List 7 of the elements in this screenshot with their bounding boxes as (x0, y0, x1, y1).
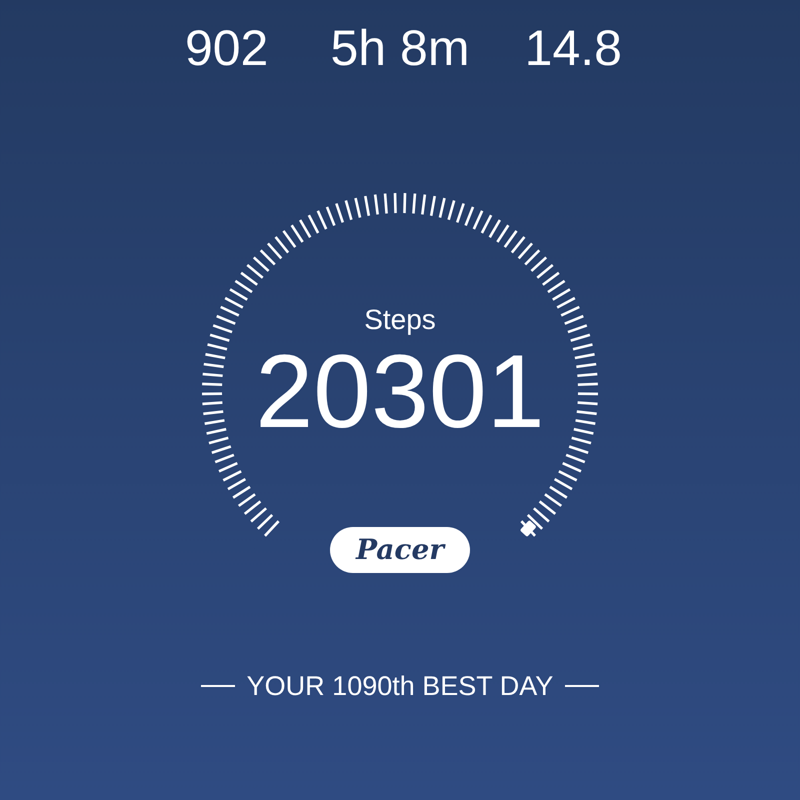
best-day-text: YOUR 1090th BEST DAY (246, 670, 554, 703)
stat-value: 5h 8m (330, 19, 470, 78)
stat-value: 902 (184, 19, 268, 78)
steps-label: Steps (364, 303, 436, 337)
stat-value: 14.8 (524, 19, 622, 78)
steps-count: 20301 (255, 337, 545, 447)
logo-badge: Pacer (330, 527, 470, 573)
